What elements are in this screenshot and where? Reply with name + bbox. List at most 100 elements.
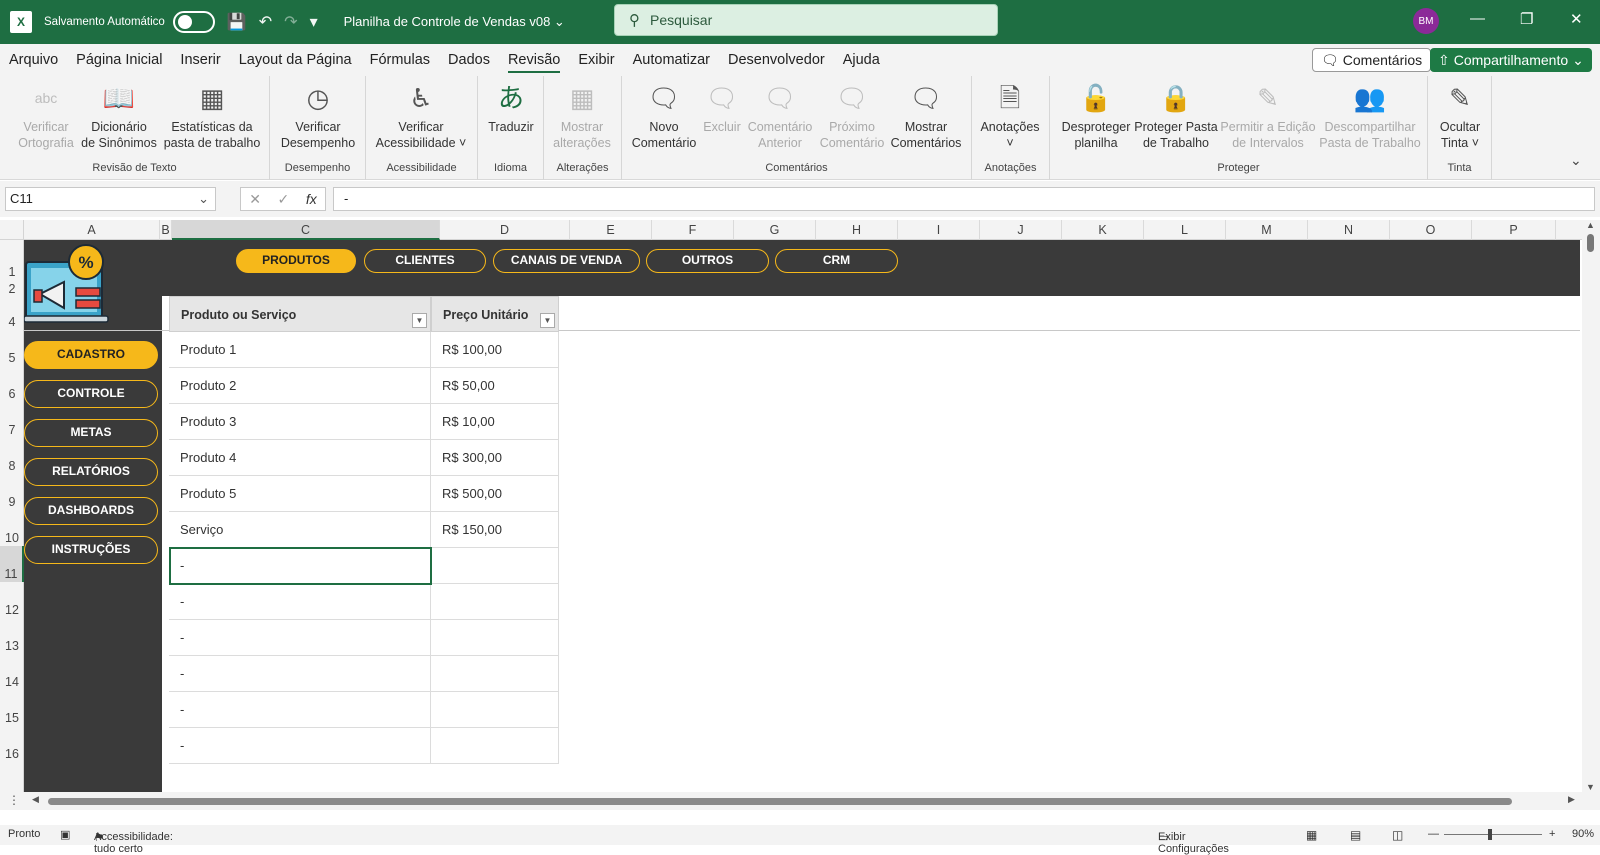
table-cell[interactable] <box>431 548 559 584</box>
row-header-11[interactable]: 11 <box>0 546 24 582</box>
table-cell[interactable] <box>431 728 559 764</box>
zoom-in-icon[interactable]: + <box>1549 828 1555 840</box>
normal-view-icon[interactable]: ▦ <box>1306 828 1317 842</box>
table-cell[interactable]: Produto 1 <box>169 332 431 368</box>
comments-button[interactable]: 🗨 Comentários <box>1312 48 1432 72</box>
column-header-F[interactable]: F <box>652 220 734 240</box>
scroll-up-icon[interactable]: ▲ <box>1586 220 1595 230</box>
top-nav-crm[interactable]: CRM <box>775 249 898 273</box>
column-header-C[interactable]: C <box>172 220 440 240</box>
column-header-D[interactable]: D <box>440 220 570 240</box>
menu-7[interactable]: Exibir <box>569 44 623 76</box>
side-nav-5[interactable]: INSTRUÇÕES <box>24 536 158 564</box>
side-nav-0[interactable]: CADASTRO <box>24 341 158 369</box>
menu-4[interactable]: Fórmulas <box>361 44 439 76</box>
column-header-P[interactable]: P <box>1472 220 1556 240</box>
side-nav-2[interactable]: METAS <box>24 419 158 447</box>
row-header-2[interactable]: 2 <box>0 280 24 296</box>
undo-icon[interactable]: ↶ <box>259 12 272 32</box>
row-header-7[interactable]: 7 <box>0 402 24 438</box>
avatar[interactable]: BM <box>1413 8 1439 34</box>
menu-8[interactable]: Automatizar <box>624 44 719 76</box>
select-all-corner[interactable] <box>0 220 24 240</box>
document-title[interactable]: Planilha de Controle de Vendas v08 ⌄ <box>344 14 565 30</box>
zoom-slider-thumb[interactable] <box>1488 829 1492 840</box>
table-cell[interactable]: Produto 5 <box>169 476 431 512</box>
vertical-scrollbar[interactable]: ▲ ▼ <box>1582 220 1600 792</box>
zoom-out-icon[interactable]: — <box>1428 828 1439 840</box>
ribbon-button-performance[interactable]: ◷ Verificar Desempenho <box>258 80 378 151</box>
row-header-4[interactable]: 4 <box>0 292 24 330</box>
column-header-A[interactable]: A <box>24 220 160 240</box>
horizontal-scroll-thumb[interactable] <box>48 798 1512 805</box>
table-cell[interactable]: Produto 2 <box>169 368 431 404</box>
table-cell[interactable]: - <box>169 692 431 728</box>
table-cell[interactable] <box>431 692 559 728</box>
table-cell[interactable] <box>431 584 559 620</box>
ribbon-button-workbook-stats[interactable]: ▦ Estatísticas da pasta de trabalho <box>152 80 272 151</box>
table-cell[interactable]: R$ 150,00 <box>431 512 559 548</box>
table-cell[interactable]: - <box>169 728 431 764</box>
table-cell[interactable] <box>431 656 559 692</box>
scroll-down-icon[interactable]: ▼ <box>1586 782 1595 792</box>
menu-5[interactable]: Dados <box>439 44 499 76</box>
menu-3[interactable]: Layout da Página <box>230 44 361 76</box>
name-box[interactable]: C11 ⌄ <box>5 187 216 211</box>
row-header-6[interactable]: 6 <box>0 366 24 402</box>
column-header-J[interactable]: J <box>980 220 1062 240</box>
menu-9[interactable]: Desenvolvedor <box>719 44 834 76</box>
save-icon[interactable]: 💾 <box>227 12 247 32</box>
table-cell[interactable]: R$ 50,00 <box>431 368 559 404</box>
column-header-I[interactable]: I <box>898 220 980 240</box>
row-header-13[interactable]: 13 <box>0 618 24 654</box>
side-nav-1[interactable]: CONTROLE <box>24 380 158 408</box>
table-cell[interactable]: Produto 3 <box>169 404 431 440</box>
ribbon-button-hide-ink[interactable]: ✎ Ocultar Tinta ˅ <box>1400 80 1520 151</box>
table-cell[interactable]: - <box>169 584 431 620</box>
table-cell[interactable]: Produto 4 <box>169 440 431 476</box>
fx-icon[interactable]: fx <box>306 191 317 207</box>
row-header-9[interactable]: 9 <box>0 474 24 510</box>
share-button[interactable]: ⇧ Compartilhamento ⌄ <box>1430 48 1592 72</box>
scroll-left-icon[interactable]: ◀ <box>32 794 39 805</box>
row-header-14[interactable]: 14 <box>0 654 24 690</box>
side-nav-4[interactable]: DASHBOARDS <box>24 497 158 525</box>
menu-6[interactable]: Revisão <box>499 44 569 76</box>
formula-input[interactable]: - <box>333 187 1595 211</box>
side-nav-3[interactable]: RELATÓRIOS <box>24 458 158 486</box>
column-header-N[interactable]: N <box>1308 220 1390 240</box>
collapse-ribbon-icon[interactable]: ⌄ <box>1570 152 1582 169</box>
row-header-12[interactable]: 12 <box>0 582 24 618</box>
close-icon[interactable]: ✕ <box>1570 10 1583 28</box>
customize-toolbar-icon[interactable]: ▾ <box>310 12 318 32</box>
column-header-M[interactable]: M <box>1226 220 1308 240</box>
column-header-O[interactable]: O <box>1390 220 1472 240</box>
column-header-H[interactable]: H <box>816 220 898 240</box>
selected-cell[interactable] <box>169 547 432 585</box>
top-nav-outros[interactable]: OUTROS <box>646 249 769 273</box>
table-cell[interactable]: R$ 100,00 <box>431 332 559 368</box>
page-break-icon[interactable]: ◫ <box>1392 828 1403 842</box>
top-nav-clientes[interactable]: CLIENTES <box>364 249 486 273</box>
table-cell[interactable]: - <box>169 620 431 656</box>
scroll-right-icon[interactable]: ▶ <box>1568 794 1575 805</box>
autosave-toggle[interactable] <box>172 11 215 33</box>
table-cell[interactable]: Serviço <box>169 512 431 548</box>
menu-0[interactable]: Arquivo <box>0 44 67 76</box>
row-header-8[interactable]: 8 <box>0 438 24 474</box>
column-header-G[interactable]: G <box>734 220 816 240</box>
column-header-L[interactable]: L <box>1144 220 1226 240</box>
table-cell[interactable]: R$ 10,00 <box>431 404 559 440</box>
column-header-K[interactable]: K <box>1062 220 1144 240</box>
enter-icon[interactable]: ✓ <box>278 191 290 208</box>
sheet-options-icon[interactable]: ⋮ <box>8 793 20 807</box>
vertical-scroll-thumb[interactable] <box>1587 234 1594 252</box>
table-cell[interactable]: R$ 300,00 <box>431 440 559 476</box>
zoom-slider[interactable] <box>1444 834 1542 835</box>
macro-record-icon[interactable]: ▣ <box>60 828 70 841</box>
filter-dropdown-icon[interactable]: ▼ <box>540 313 555 328</box>
top-nav-produtos[interactable]: PRODUTOS <box>236 249 356 273</box>
horizontal-scrollbar[interactable]: ⋮ ◀ ▶ <box>0 792 1600 810</box>
redo-icon[interactable]: ↷ <box>284 12 297 32</box>
row-header-15[interactable]: 15 <box>0 690 24 726</box>
